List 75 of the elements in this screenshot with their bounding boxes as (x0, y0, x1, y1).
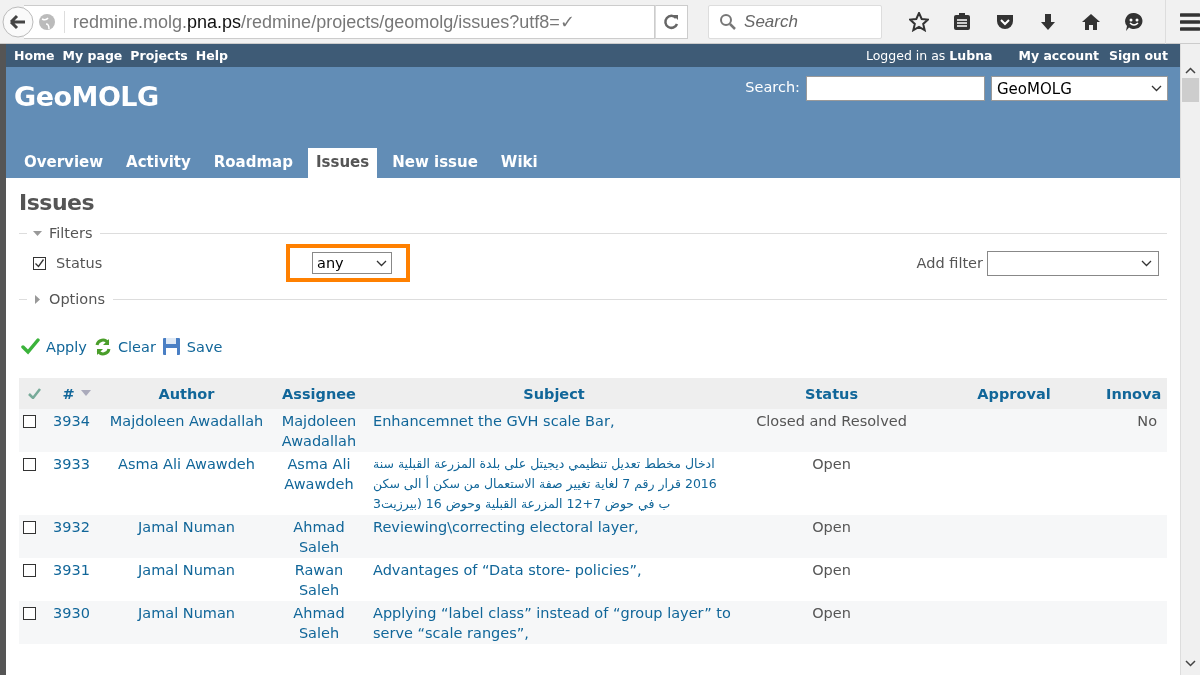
account-link[interactable]: Sign out (1109, 48, 1168, 63)
status-text: Open (811, 455, 852, 474)
search-icon (719, 13, 737, 30)
filter-label: Status (56, 255, 104, 271)
project-tab[interactable]: Wiki (492, 148, 546, 178)
search-field[interactable] (806, 76, 985, 101)
caret-icon (1141, 259, 1152, 267)
browser-search-field[interactable]: Search (708, 4, 882, 39)
url-field[interactable]: redmine.molg.pna.ps/redmine/projects/geomolg/issues?utf8=✓ (24, 4, 655, 39)
row-checkbox[interactable] (23, 607, 36, 620)
top-menu-link[interactable]: My page (62, 48, 123, 63)
url-text: redmine.molg.pna.ps/redmine/projects/geomolg/issues?utf8=✓ (64, 10, 575, 33)
subject-link[interactable]: Advantages of “Data store- policies”, (373, 560, 735, 580)
status-text: Open (811, 561, 852, 580)
checkmark-icon (34, 257, 45, 269)
globe-icon (38, 12, 56, 31)
scrollbar-thumb[interactable] (1182, 78, 1199, 102)
assignee-link[interactable]: Asma Ali Awawdeh (277, 454, 361, 494)
home-icon[interactable] (1080, 11, 1101, 32)
top-menu-link[interactable]: Home (14, 48, 55, 63)
add-filter-select[interactable] (987, 250, 1159, 276)
bookmark-star-icon[interactable] (908, 11, 929, 32)
status-text: Closed and Resolved (755, 412, 908, 431)
project-tab[interactable]: Overview (16, 148, 112, 178)
project-tab[interactable]: New issue (384, 148, 486, 178)
back-button[interactable] (2, 5, 34, 38)
account-link[interactable]: My account (1018, 48, 1100, 63)
scrollbar[interactable] (1180, 44, 1200, 675)
status-select[interactable]: any (312, 252, 392, 274)
toggle-all-check-icon[interactable] (27, 388, 41, 399)
menu-icon[interactable] (1180, 11, 1200, 32)
top-menu-link[interactable]: Help (195, 48, 228, 63)
assignee-link[interactable]: Rawan Saleh (277, 560, 361, 600)
author-link[interactable]: Jamal Numan (108, 560, 265, 580)
status-text: Open (811, 518, 852, 537)
add-filter-label: Add filter (916, 255, 983, 271)
project-tab[interactable]: Activity (118, 148, 199, 178)
project-tab[interactable]: Issues (307, 148, 378, 178)
row-checkbox[interactable] (23, 415, 36, 428)
filter-checkbox[interactable] (33, 256, 46, 270)
caret-icon (376, 259, 387, 267)
caret-icon (1151, 85, 1162, 92)
options-toggle[interactable]: Options (33, 291, 107, 307)
author-link[interactable]: Asma Ali Awawdeh (108, 454, 265, 474)
logged-in-text: Logged in as Lubna (865, 48, 993, 63)
top-menu-link[interactable]: Projects (130, 48, 188, 63)
save-link[interactable]: Save (161, 337, 223, 356)
apply-link[interactable]: Apply (21, 337, 87, 356)
project-select[interactable]: GeoMOLG (991, 76, 1168, 101)
page-title: Issues (19, 190, 96, 215)
reload-button[interactable] (655, 4, 689, 39)
row-checkbox[interactable] (23, 521, 36, 534)
row-checkbox[interactable] (23, 564, 36, 577)
issue-id-link[interactable]: 3931 (53, 560, 100, 580)
apply-check-icon (21, 337, 40, 356)
filters-toggle[interactable]: Filters (33, 225, 95, 241)
expanded-triangle-icon[interactable] (33, 228, 42, 238)
reading-list-icon[interactable] (951, 11, 972, 32)
reload-icon (663, 13, 681, 30)
issue-id-link[interactable]: 3933 (53, 454, 100, 474)
project-title: GeoMOLG (14, 81, 159, 112)
column-header[interactable]: Author (158, 385, 215, 402)
innova-text: No (1136, 412, 1157, 431)
status-text: Open (811, 604, 852, 623)
row-checkbox[interactable] (23, 458, 36, 471)
collapsed-triangle-icon[interactable] (33, 294, 42, 304)
column-header[interactable]: Subject (523, 385, 585, 402)
column-header[interactable]: Status (804, 385, 858, 402)
search-label: Search: (745, 79, 800, 95)
column-header[interactable]: # (62, 385, 75, 402)
clear-link[interactable]: Clear (92, 337, 156, 356)
smiley-chat-icon[interactable] (1123, 11, 1144, 32)
search-placeholder: Search (744, 11, 798, 32)
project-tab[interactable]: Roadmap (205, 148, 301, 178)
subject-link[interactable]: ادخال مخطط تعديل تنظيمي ديجيتل على بلدة المزرعة القبلية سنة 2016 قرار رقم 7 لغاية تغيير صفة الاستعمال من سكن أ الى سكن ب في حوض 7+12 المزرعة القبلية وحوض 16 (بيرزيت3 (373, 454, 735, 514)
